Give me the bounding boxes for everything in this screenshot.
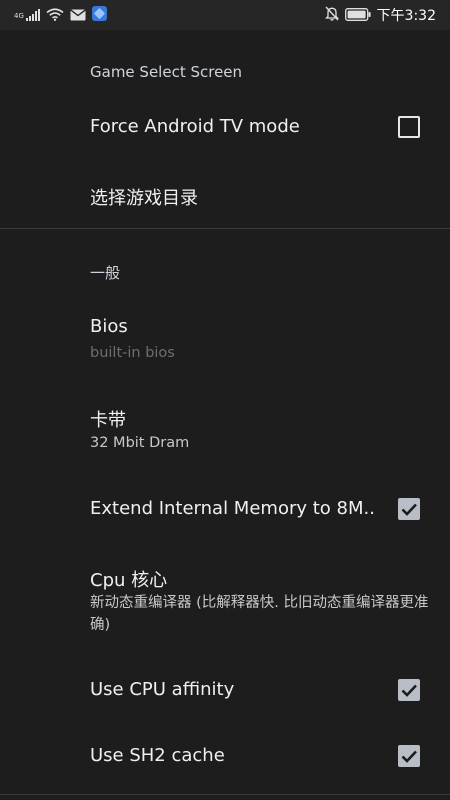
checkmark-icon <box>401 684 417 697</box>
app-notification-icon <box>91 5 107 25</box>
checkmark-icon <box>401 750 417 763</box>
pref-select-game-directory[interactable]: 选择游戏目录 <box>0 168 450 224</box>
status-bar-right: 下午3:32 <box>324 5 436 25</box>
extend-memory-checkbox[interactable] <box>398 498 420 520</box>
bottom-divider <box>0 794 450 795</box>
pref-cpu-core[interactable]: Cpu 核心 新动态重编译器 (比解释器快. 比旧动态重编译器更准确) <box>0 552 450 642</box>
pref-use-cpu-affinity[interactable]: Use CPU affinity <box>0 663 450 719</box>
wifi-icon <box>46 6 64 25</box>
bell-off-icon <box>324 6 339 25</box>
pref-summary: 32 Mbit Dram <box>90 435 190 451</box>
pref-summary: built-in bios <box>90 345 175 361</box>
pref-force-android-tv-mode[interactable]: Force Android TV mode <box>0 100 450 156</box>
pref-title: Bios <box>90 316 128 337</box>
pref-extend-internal-memory[interactable]: Extend Internal Memory to 8M.. <box>0 482 450 538</box>
battery-icon <box>344 6 371 25</box>
pref-title: Extend Internal Memory to 8M.. <box>90 498 375 519</box>
cpu-affinity-checkbox[interactable] <box>398 679 420 701</box>
section-header-game-select: Game Select Screen <box>90 63 243 81</box>
mail-icon <box>69 6 86 25</box>
pref-use-sh2-cache[interactable]: Use SH2 cache <box>0 730 450 786</box>
network-type-label: 4G <box>14 11 24 20</box>
pref-title: 卡带 <box>90 410 126 431</box>
section-header-general: 一般 <box>90 264 121 282</box>
section-divider <box>0 228 450 229</box>
checkmark-icon <box>401 503 417 516</box>
sh2-cache-checkbox[interactable] <box>398 745 420 767</box>
status-time: 下午3:32 <box>376 8 436 24</box>
force-android-tv-checkbox[interactable] <box>398 116 420 138</box>
pref-cartridge[interactable]: 卡带 32 Mbit Dram <box>0 392 450 462</box>
pref-bios[interactable]: Bios built-in bios <box>0 300 450 370</box>
status-bar-left: 4G <box>14 5 107 25</box>
settings-list: Game Select Screen Force Android TV mode… <box>0 30 450 800</box>
pref-title: Use CPU affinity <box>90 679 235 700</box>
pref-title: 选择游戏目录 <box>90 188 198 209</box>
signal-icon <box>25 6 40 25</box>
pref-title: Force Android TV mode <box>90 116 300 137</box>
pref-title: Cpu 核心 <box>90 570 168 591</box>
pref-summary: 新动态重编译器 (比解释器快. 比旧动态重编译器更准确) <box>90 595 429 633</box>
pref-title: Use SH2 cache <box>90 745 225 766</box>
status-bar: 4G 下午3:32 <box>0 0 450 30</box>
